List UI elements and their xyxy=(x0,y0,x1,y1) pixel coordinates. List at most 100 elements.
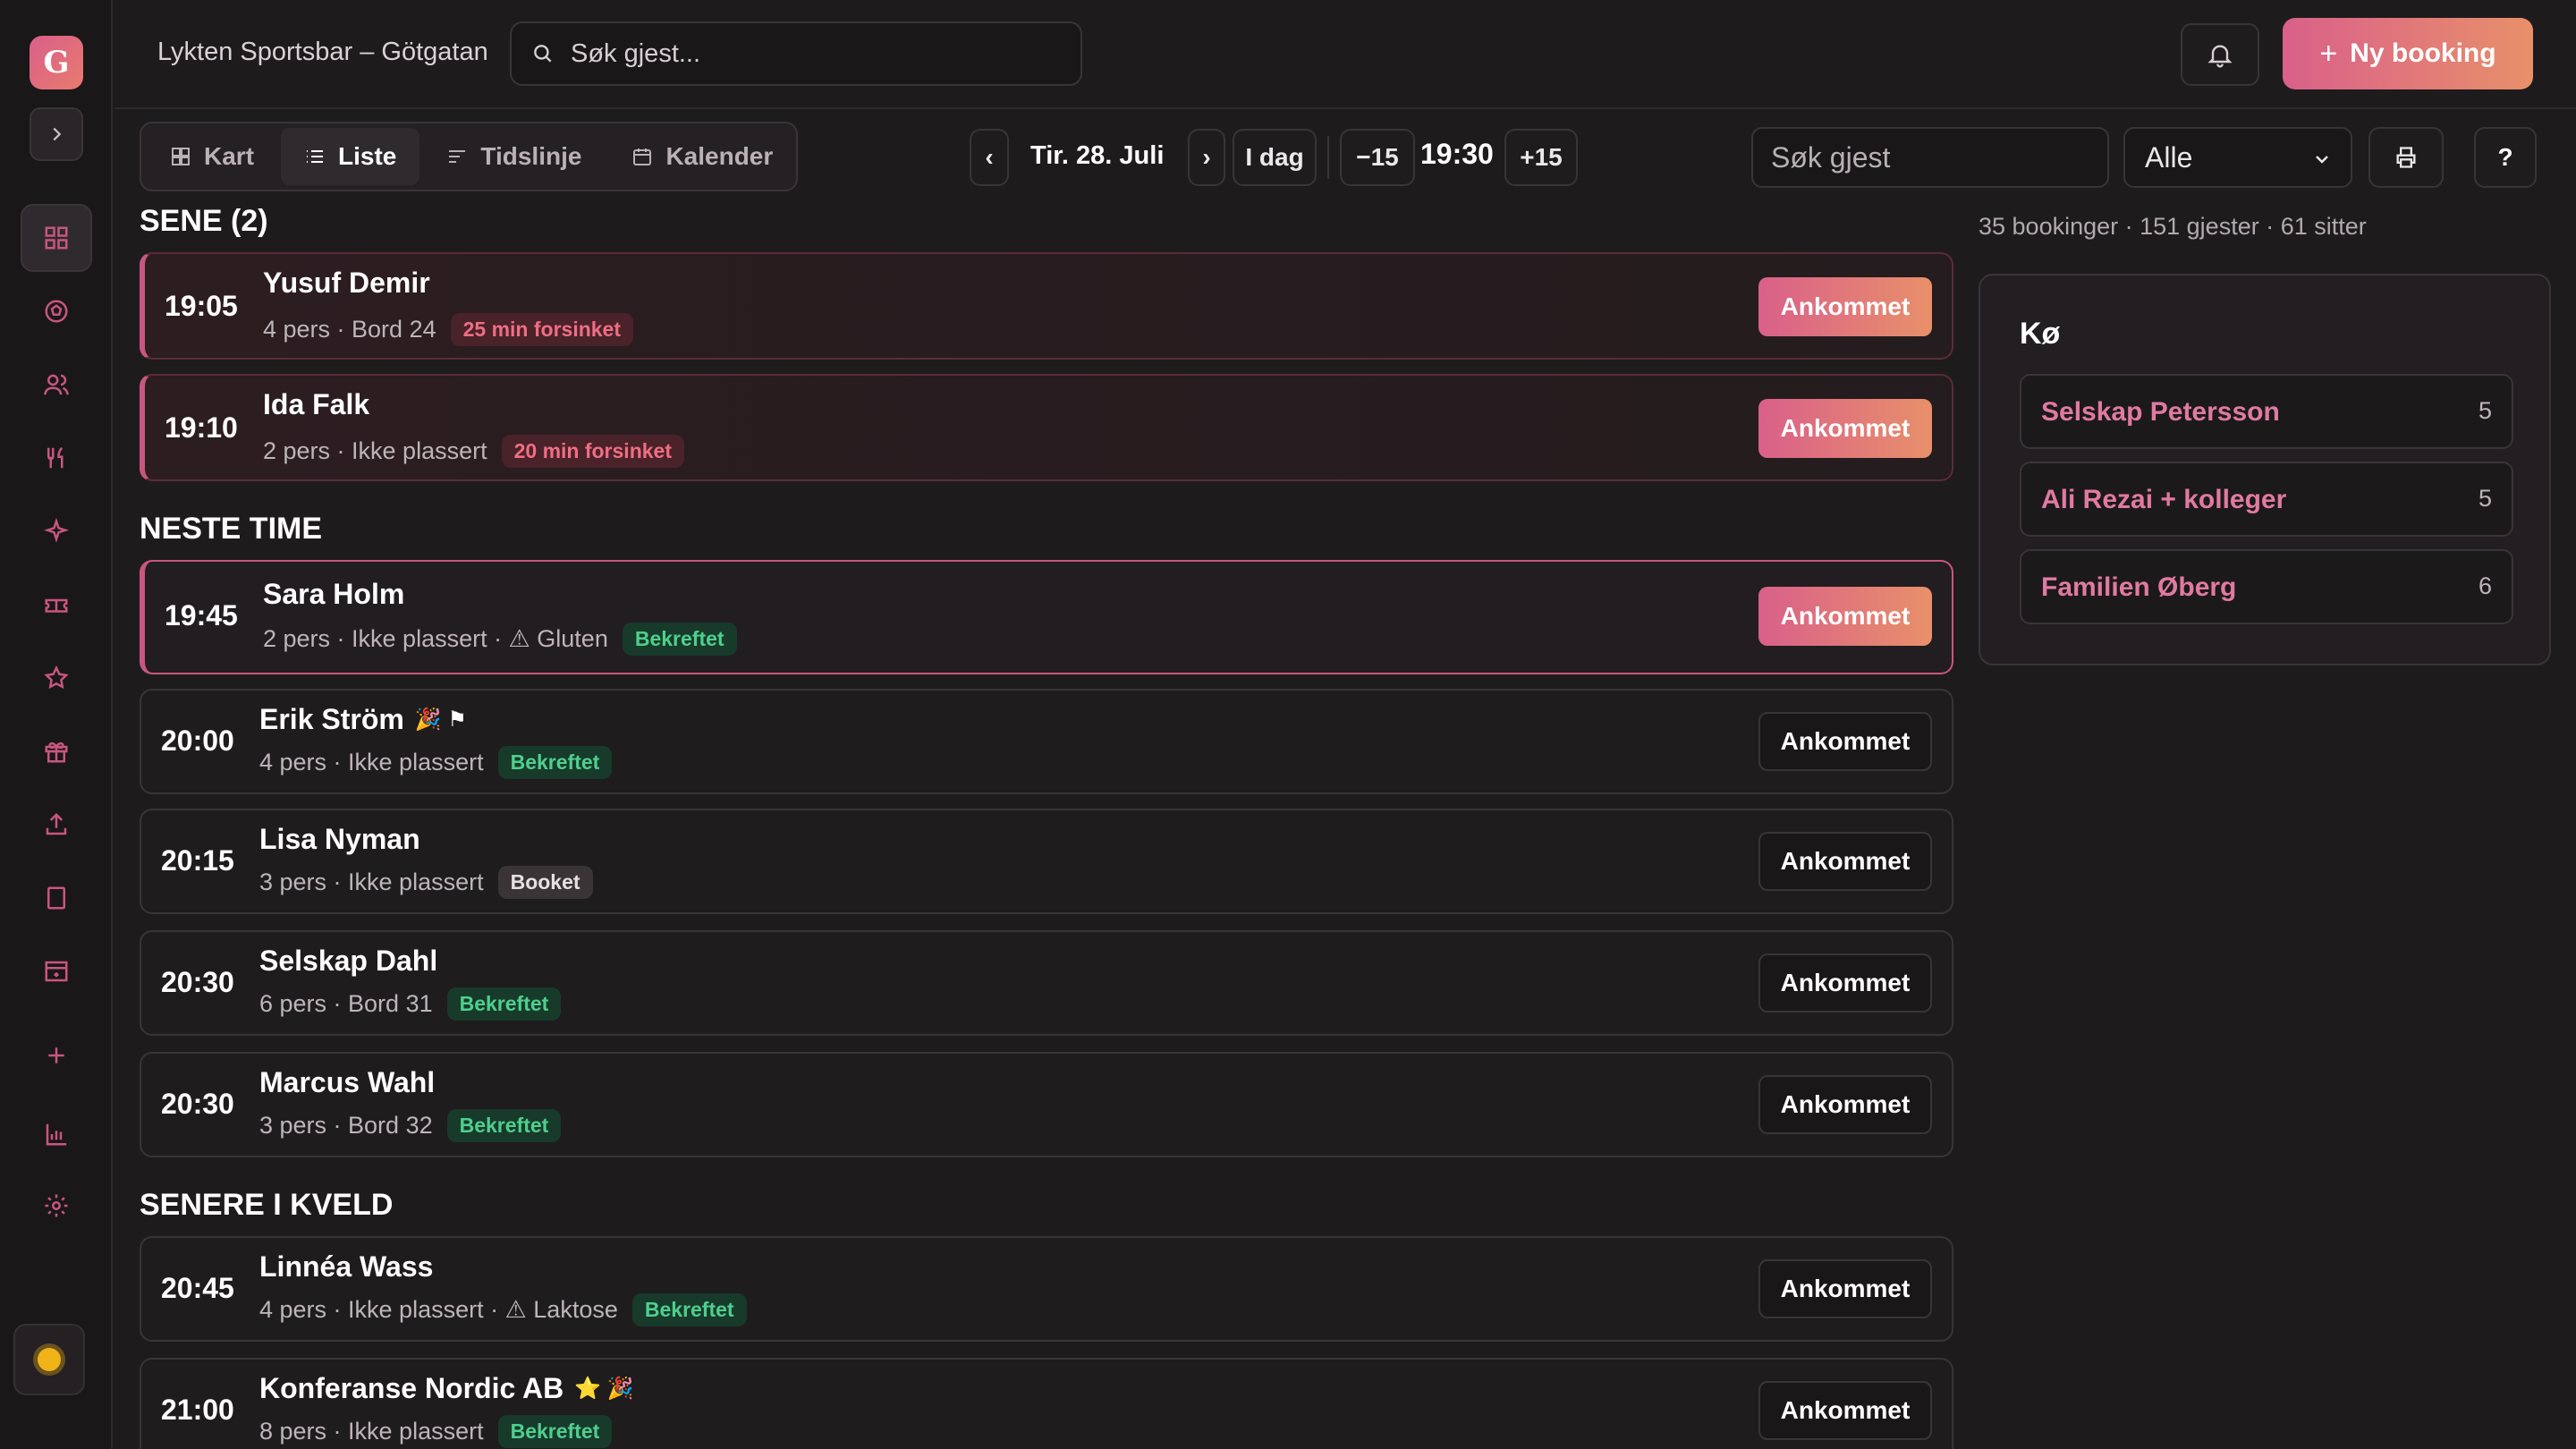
booking-row[interactable]: 19:45 Sara Holm 2 pers · Ikke plassert ·… xyxy=(140,560,1953,674)
print-button[interactable] xyxy=(2368,127,2444,188)
printer-icon xyxy=(2396,147,2416,168)
help-button[interactable]: ? xyxy=(2474,127,2537,188)
nav-gifts[interactable] xyxy=(21,717,92,785)
nav-settings[interactable] xyxy=(21,1172,92,1240)
queue-title: Kø xyxy=(2020,317,2061,351)
topbar: Lykten Sportsbar – Götgatan + Ny booking xyxy=(114,0,2576,109)
arrived-button[interactable]: Ankommet xyxy=(1758,1075,1932,1134)
minus-15-button[interactable]: −15 xyxy=(1340,129,1415,186)
nav-favorites[interactable] xyxy=(21,644,92,712)
booking-name: Ida Falk xyxy=(263,388,369,421)
status-filter-value: Alle xyxy=(2145,140,2193,174)
tab-tidslinje[interactable]: Tidslinje xyxy=(423,128,605,185)
queue-item[interactable]: Selskap Petersson 5 xyxy=(2020,374,2513,449)
arrived-button[interactable]: Ankommet xyxy=(1758,953,1932,1013)
queue-item[interactable]: Ali Rezai + kolleger 5 xyxy=(2020,462,2513,537)
arrived-button[interactable]: Ankommet xyxy=(1758,1259,1932,1318)
tab-kart[interactable]: Kart xyxy=(147,128,277,185)
new-booking-button[interactable]: + Ny booking xyxy=(2283,18,2533,89)
booking-details: 4 pers · Ikke plassert xyxy=(259,749,484,775)
section-late-title: SENE (2) xyxy=(140,204,268,238)
nav-export[interactable] xyxy=(21,791,92,859)
nav-dashboard[interactable] xyxy=(21,204,92,272)
arrived-button[interactable]: Ankommet xyxy=(1758,1381,1932,1440)
nav-pages[interactable] xyxy=(21,864,92,932)
celebration-flag-icon: 🎉 ⚑ xyxy=(414,708,467,732)
nav-guests[interactable] xyxy=(21,351,92,419)
nav-layout[interactable] xyxy=(21,937,92,1005)
booking-name: Linnéa Wass xyxy=(259,1250,433,1284)
theme-toggle-button[interactable] xyxy=(13,1324,85,1395)
bar-chart-icon xyxy=(46,1123,67,1146)
booking-time: 20:15 xyxy=(161,844,234,877)
nav-sports[interactable] xyxy=(21,277,92,345)
queue-item-count: 5 xyxy=(2478,397,2492,424)
booking-time: 20:30 xyxy=(161,1088,234,1120)
top-search-box[interactable] xyxy=(510,21,1082,86)
booking-name: Erik Ström 🎉 ⚑ xyxy=(259,703,467,736)
queue-item-name: Familien Øberg xyxy=(2041,572,2237,602)
booking-meta: 2 pers · Ikke plassert · ⚠ Gluten Bekref… xyxy=(263,623,737,656)
prev-day-button[interactable]: ‹ xyxy=(970,129,1009,186)
booking-meta: 8 pers · Ikke plassert Bekreftet xyxy=(259,1415,613,1448)
nav-ai[interactable] xyxy=(21,497,92,565)
today-button[interactable]: I dag xyxy=(1233,129,1317,186)
list-icon xyxy=(307,150,324,163)
booking-row[interactable]: 20:15 Lisa Nyman 3 pers · Ikke plassert … xyxy=(140,809,1953,914)
status-filter-select[interactable]: Alle xyxy=(2123,127,2352,188)
arrived-button[interactable]: Ankommet xyxy=(1758,277,1932,336)
queue-item-count: 5 xyxy=(2478,485,2492,512)
booking-row[interactable]: 20:45 Linnéa Wass 4 pers · Ikke plassert… xyxy=(140,1236,1953,1342)
booking-row[interactable]: 20:00 Erik Ström 🎉 ⚑ 4 pers · Ikke plass… xyxy=(140,689,1953,794)
booking-row[interactable]: 19:10 Ida Falk 2 pers · Ikke plassert 20… xyxy=(140,374,1953,481)
venue-logo[interactable]: G xyxy=(30,36,83,89)
arrived-button[interactable]: Ankommet xyxy=(1758,832,1932,891)
booking-time: 21:00 xyxy=(161,1394,234,1426)
sidebar: G xyxy=(0,0,113,1449)
booking-row[interactable]: 21:00 Konferanse Nordic AB ⭐ 🎉 8 pers · … xyxy=(140,1358,1953,1449)
current-time: 19:30 xyxy=(1420,138,1494,170)
page-icon xyxy=(47,886,65,910)
search-icon xyxy=(534,45,552,63)
ticket-icon xyxy=(45,598,68,613)
arrived-button[interactable]: Ankommet xyxy=(1758,399,1932,458)
tab-tidslinje-label: Tidslinje xyxy=(480,142,582,170)
current-date: Tir. 28. Juli xyxy=(1030,141,1165,170)
guest-name: Linnéa Wass xyxy=(259,1250,434,1283)
booking-name: Yusuf Demir xyxy=(263,267,430,300)
nav-reports[interactable] xyxy=(21,1100,92,1168)
guest-name: Lisa Nyman xyxy=(259,823,420,855)
plus-icon xyxy=(48,1047,64,1063)
booking-meta: 3 pers · Bord 32 Bekreftet xyxy=(259,1109,562,1142)
booking-meta: 2 pers · Ikke plassert 20 min forsinket xyxy=(263,435,684,468)
grid-icon xyxy=(172,148,190,165)
queue-item[interactable]: Familien Øberg 6 xyxy=(2020,549,2513,624)
guest-search-input[interactable] xyxy=(1751,127,2109,188)
tab-liste[interactable]: Liste xyxy=(281,128,420,185)
nav-tickets[interactable] xyxy=(21,571,92,639)
notifications-button[interactable] xyxy=(2181,23,2259,86)
guest-name: Ida Falk xyxy=(263,388,370,420)
booking-time: 20:30 xyxy=(161,966,234,998)
booking-row[interactable]: 19:05 Yusuf Demir 4 pers · Bord 24 25 mi… xyxy=(140,252,1953,360)
booking-meta: 6 pers · Bord 31 Bekreftet xyxy=(259,987,562,1021)
top-search-input[interactable] xyxy=(571,38,1072,69)
status-badge: Bekreftet xyxy=(446,987,562,1021)
utensils-icon xyxy=(47,446,64,469)
tab-kalender[interactable]: Kalender xyxy=(608,128,796,185)
divider xyxy=(1327,136,1329,179)
guest-name: Erik Ström xyxy=(259,703,404,735)
next-day-button[interactable]: › xyxy=(1188,129,1225,186)
booking-row[interactable]: 20:30 Marcus Wahl 3 pers · Bord 32 Bekre… xyxy=(140,1052,1953,1157)
arrived-button[interactable]: Ankommet xyxy=(1758,712,1932,771)
booking-time: 20:45 xyxy=(161,1272,234,1304)
guest-name: Konferanse Nordic AB xyxy=(259,1372,564,1404)
expand-sidebar-button[interactable] xyxy=(30,107,83,161)
arrived-button[interactable]: Ankommet xyxy=(1758,587,1932,646)
nav-menu[interactable] xyxy=(21,424,92,492)
nav-add[interactable] xyxy=(21,1021,92,1089)
plus-15-button[interactable]: +15 xyxy=(1504,129,1578,186)
section-next-title: NESTE TIME xyxy=(140,512,323,546)
booking-row[interactable]: 20:30 Selskap Dahl 6 pers · Bord 31 Bekr… xyxy=(140,930,1953,1036)
chevron-down-icon xyxy=(2316,156,2328,164)
